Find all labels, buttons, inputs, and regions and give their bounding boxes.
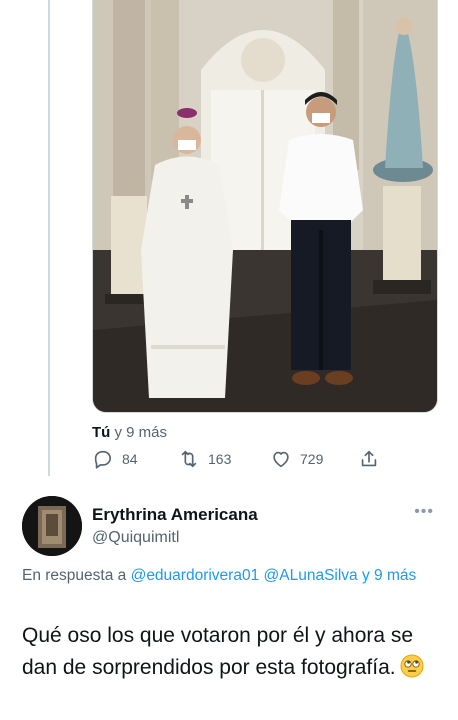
reply-context: En respuesta a @eduardorivera01 @ALunaSi… xyxy=(22,565,442,587)
reply-count: 84 xyxy=(122,451,138,467)
reply-prefix: En respuesta a xyxy=(22,567,131,584)
tweet-photo[interactable] xyxy=(92,0,438,413)
mention-link-2[interactable]: @ALunaSilva xyxy=(264,567,358,584)
avatar[interactable] xyxy=(22,496,82,556)
more-options-icon[interactable]: ••• xyxy=(414,503,434,521)
share-action[interactable] xyxy=(358,448,380,470)
retweet-icon xyxy=(181,450,197,468)
tweet-actions: 84 163 729 xyxy=(92,448,392,476)
retweet-count: 163 xyxy=(208,451,232,467)
tagged-users[interactable]: Tú y 9 más xyxy=(92,424,167,441)
user-handle[interactable]: @Quiquimitl xyxy=(92,529,179,547)
reply-icon xyxy=(94,450,111,469)
like-action[interactable]: 729 xyxy=(270,448,323,470)
tweet-text: Qué oso los que votaron por él y ahora s… xyxy=(22,620,447,688)
display-name[interactable]: Erythrina Americana xyxy=(92,505,258,525)
like-count: 729 xyxy=(300,451,324,467)
retweet-action[interactable]: 163 xyxy=(178,448,231,470)
tagged-more: y 9 más xyxy=(110,424,168,441)
reply-action[interactable]: 84 xyxy=(92,448,138,470)
heart-icon xyxy=(273,451,289,468)
share-icon xyxy=(361,450,377,467)
tweet-text-content: Qué oso los que votaron por él y ahora s… xyxy=(22,624,414,679)
mention-more-link[interactable]: y 9 más xyxy=(362,567,416,584)
rolling-eyes-emoji-icon xyxy=(400,654,424,688)
mention-link-1[interactable]: @eduardorivera01 xyxy=(131,567,260,584)
thread-line xyxy=(48,0,50,476)
avatar-image xyxy=(22,496,82,556)
tagged-first: Tú xyxy=(92,424,111,441)
